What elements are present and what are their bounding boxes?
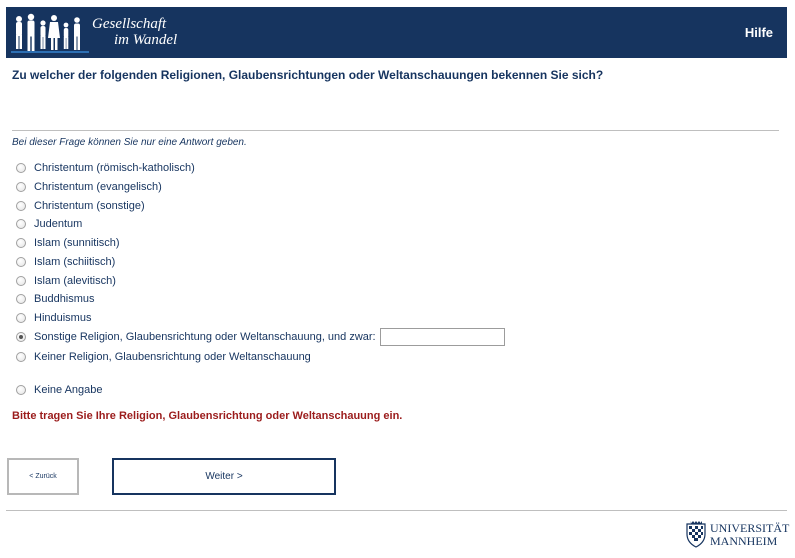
option-label: Sonstige Religion, Glaubensrichtung oder… <box>34 331 376 343</box>
people-silhouettes-logo <box>11 13 89 53</box>
back-button[interactable]: < Zurück <box>7 458 79 495</box>
option-label: Christentum (evangelisch) <box>34 181 162 193</box>
radio-button[interactable] <box>16 238 26 248</box>
option-label: Christentum (sonstige) <box>34 200 145 212</box>
option-keiner-religion[interactable]: Keiner Religion, Glaubensrichtung oder W… <box>16 349 311 365</box>
university-crest-icon <box>686 521 706 548</box>
header-banner: Gesellschaft im Wandel Hilfe <box>6 7 787 58</box>
radio-button[interactable] <box>16 182 26 192</box>
option-label: Hinduismus <box>34 312 92 324</box>
option-christentum-sonstige[interactable]: Christentum (sonstige) <box>16 198 145 214</box>
radio-button[interactable] <box>16 219 26 229</box>
university-line-2: MANNHEIM <box>710 534 778 548</box>
option-label: Islam (schiitisch) <box>34 256 116 268</box>
radio-button[interactable] <box>16 163 26 173</box>
logo-title: Gesellschaft im Wandel <box>92 16 177 48</box>
radio-button[interactable] <box>16 294 26 304</box>
radio-button[interactable] <box>16 313 26 323</box>
option-label: Buddhismus <box>34 293 95 305</box>
other-religion-input[interactable] <box>379 328 505 346</box>
option-keine-angabe[interactable]: Keine Angabe <box>16 382 103 398</box>
option-sonstige[interactable]: Sonstige Religion, Glaubensrichtung oder… <box>16 328 505 346</box>
radio-button[interactable] <box>16 385 26 395</box>
option-label: Islam (alevitisch) <box>34 275 116 287</box>
university-name: UNIVERSITÄT MANNHEIM <box>710 522 789 548</box>
footer-divider <box>6 510 787 511</box>
radio-button[interactable] <box>16 257 26 267</box>
divider <box>12 130 779 131</box>
option-hinduismus[interactable]: Hinduismus <box>16 310 91 326</box>
radio-button[interactable] <box>16 276 26 286</box>
option-christentum-evangelisch[interactable]: Christentum (evangelisch) <box>16 179 162 195</box>
option-christentum-katholisch[interactable]: Christentum (römisch-katholisch) <box>16 160 195 176</box>
option-label: Keiner Religion, Glaubensrichtung oder W… <box>34 351 311 363</box>
option-label: Christentum (römisch-katholisch) <box>34 162 195 174</box>
option-label: Keine Angabe <box>34 384 103 396</box>
help-link[interactable]: Hilfe <box>745 25 773 40</box>
option-islam-schiitisch[interactable]: Islam (schiitisch) <box>16 254 115 270</box>
option-label: Judentum <box>34 218 83 230</box>
radio-button-selected[interactable] <box>16 332 26 342</box>
option-islam-sunnitisch[interactable]: Islam (sunnitisch) <box>16 235 120 251</box>
next-button[interactable]: Weiter > <box>112 458 336 495</box>
option-islam-alevitisch[interactable]: Islam (alevitisch) <box>16 273 116 289</box>
radio-button[interactable] <box>16 201 26 211</box>
option-judentum[interactable]: Judentum <box>16 216 82 232</box>
question-text: Zu welcher der folgenden Religionen, Gla… <box>12 68 604 82</box>
instruction-text: Bei dieser Frage können Sie nur eine Ant… <box>12 137 247 148</box>
error-message: Bitte tragen Sie Ihre Religion, Glaubens… <box>12 410 403 422</box>
option-label: Islam (sunnitisch) <box>34 237 120 249</box>
logo-line-2: im Wandel <box>114 32 178 48</box>
radio-button[interactable] <box>16 352 26 362</box>
option-buddhismus[interactable]: Buddhismus <box>16 291 95 307</box>
logo-line-1: Gesellschaft <box>92 16 167 32</box>
